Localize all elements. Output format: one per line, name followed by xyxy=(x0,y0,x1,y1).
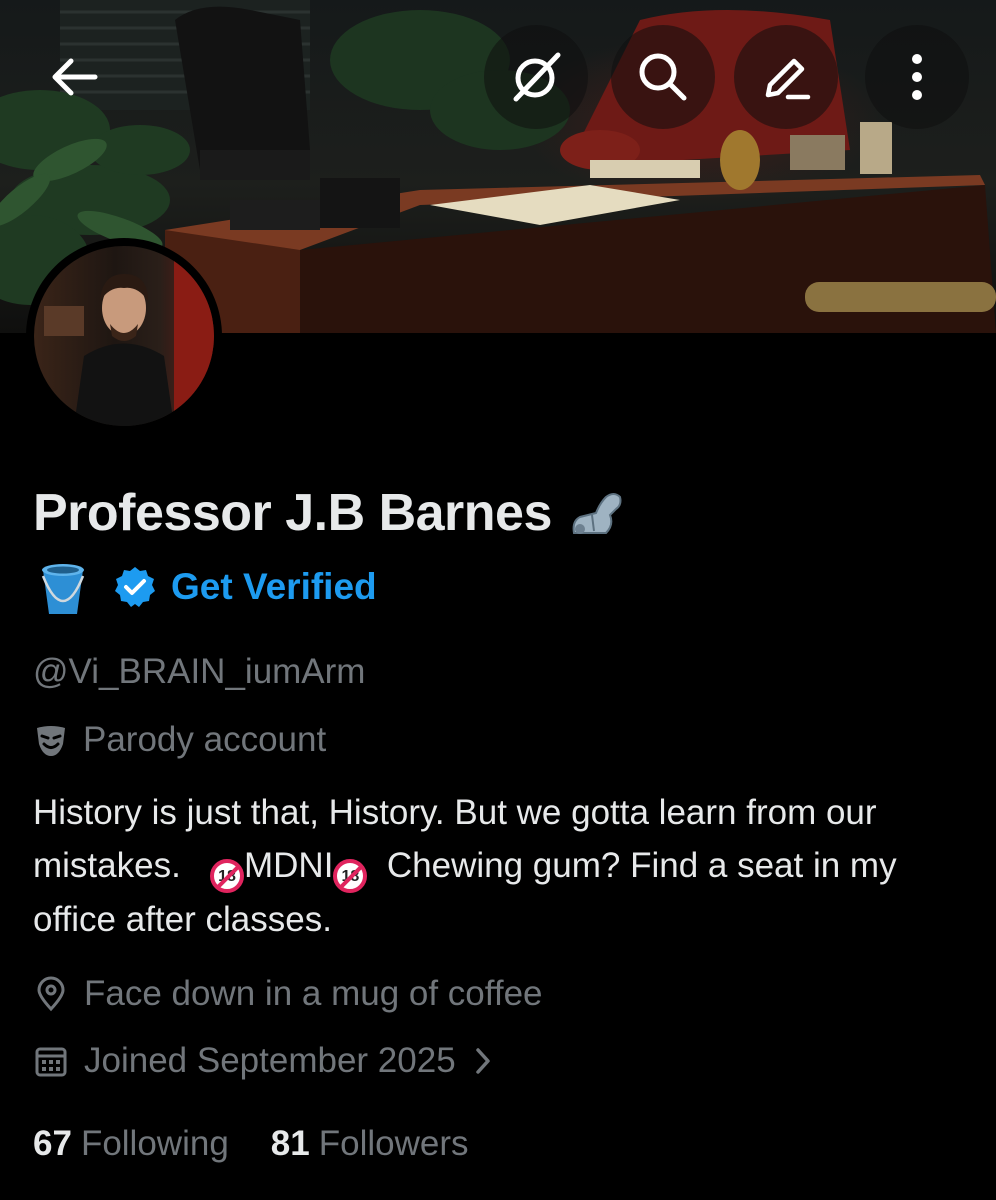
bucket-icon xyxy=(41,564,85,614)
arrow-left-icon xyxy=(52,58,98,96)
get-verified-link[interactable]: Get Verified xyxy=(171,566,377,608)
search-button[interactable] xyxy=(611,25,715,129)
grok-icon xyxy=(513,52,561,102)
user-handle: @Vi_BRAIN_iumArm xyxy=(33,652,366,691)
followers-link[interactable]: 81 Followers xyxy=(271,1124,469,1164)
chevron-right-icon xyxy=(475,1048,490,1074)
parody-label: Parody account xyxy=(83,720,327,759)
theater-mask-icon xyxy=(37,726,65,756)
joined-text: Joined September 2025 xyxy=(84,1041,456,1080)
calendar-icon xyxy=(35,1047,67,1077)
no-under-18-icon: 18 xyxy=(333,859,368,893)
grok-button[interactable] xyxy=(484,25,588,129)
followers-count: 81 xyxy=(270,1124,310,1163)
followers-label: Followers xyxy=(318,1124,469,1163)
pencil-icon xyxy=(765,58,811,100)
parody-label-row: Parody account xyxy=(33,720,326,760)
edit-button[interactable] xyxy=(734,25,838,129)
joined-date-row[interactable]: Joined September 2025 xyxy=(33,1041,492,1081)
badge-row: Get Verified xyxy=(33,556,377,618)
location-row: Face down in a mug of coffee xyxy=(33,974,543,1014)
back-button[interactable] xyxy=(22,25,126,129)
location-text: Face down in a mug of coffee xyxy=(84,974,543,1013)
following-link[interactable]: 67 Following xyxy=(33,1124,229,1164)
display-name: Professor J.B Barnes xyxy=(33,484,552,542)
avatar[interactable] xyxy=(26,238,222,434)
follow-stats: 67 Following 81 Followers xyxy=(33,1124,469,1164)
following-count: 67 xyxy=(33,1124,72,1163)
bio-text-mdni: MDNI xyxy=(244,846,334,885)
more-button[interactable] xyxy=(865,25,969,129)
following-label: Following xyxy=(80,1124,229,1163)
display-name-row: Professor J.B Barnes xyxy=(33,483,626,543)
search-icon xyxy=(639,53,687,101)
verified-badge-icon[interactable] xyxy=(113,565,157,609)
no-under-18-icon: 18 xyxy=(210,859,244,893)
location-pin-icon xyxy=(37,976,65,1012)
mechanical-arm-icon xyxy=(572,493,622,534)
avatar-image xyxy=(34,246,214,426)
bio: History is just that, History. But we go… xyxy=(33,786,973,946)
more-vertical-icon xyxy=(912,54,922,100)
